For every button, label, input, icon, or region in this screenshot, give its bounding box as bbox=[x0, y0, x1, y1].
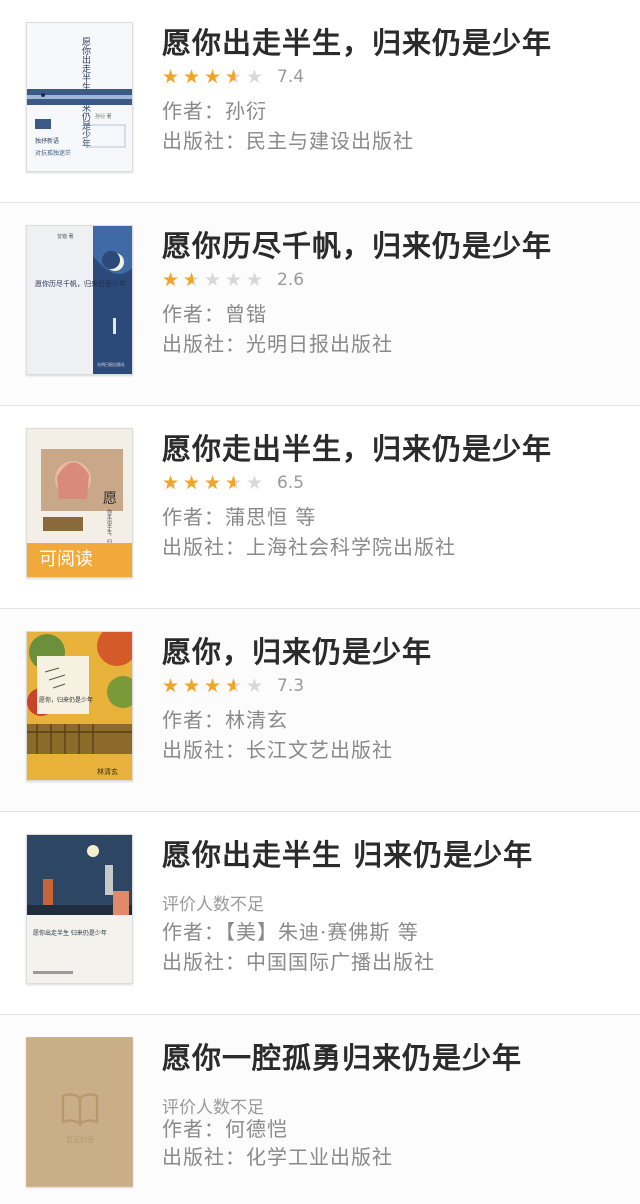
author-name: 蒲思恒 等 bbox=[225, 505, 317, 529]
cover-side-text: 光明日报出版社 bbox=[97, 361, 125, 367]
book-title[interactable]: 愿你历尽千帆，归来仍是少年 bbox=[162, 223, 552, 265]
star-icon: ★★ bbox=[225, 65, 243, 88]
author-line: 作者：蒲思恒 等 bbox=[162, 505, 317, 529]
star-rating: ★★★★★★★★★★ bbox=[162, 674, 267, 697]
book-list: 愿你出走半生 归来仍是少年 独抒新语 对抗孤独迷茫 孙衍 著 愿你出走半生，归来… bbox=[0, 0, 640, 1204]
star-icon: ★★ bbox=[183, 268, 201, 291]
book-title[interactable]: 愿你走出半生，归来仍是少年 bbox=[162, 426, 552, 468]
rating: ★★★★★★★★★★ 7.4 bbox=[162, 66, 304, 88]
star-icon: ★★ bbox=[246, 674, 264, 697]
book-cover[interactable]: 愿你历尽千帆，归来仍是少年 曾锴 著 光明日报出版社 bbox=[26, 225, 133, 375]
star-icon: ★★ bbox=[225, 674, 243, 697]
star-icon: ★★ bbox=[204, 471, 222, 494]
cover-placeholder-text: 暂无封面 bbox=[66, 1135, 94, 1144]
author-line: 作者：何德恺 bbox=[162, 1117, 288, 1141]
cover-signature: 林清玄 bbox=[97, 767, 118, 776]
rating: ★★★★★★★★★★ 6.5 bbox=[162, 472, 304, 494]
star-icon: ★★ bbox=[204, 674, 222, 697]
author-line: 作者：【美】朱迪·赛佛斯 等 bbox=[162, 920, 419, 944]
rating-score: 7.4 bbox=[277, 67, 305, 87]
book-title[interactable]: 愿你，归来仍是少年 bbox=[162, 629, 432, 671]
star-icon: ★★ bbox=[246, 471, 264, 494]
readable-badge: 可阅读 bbox=[27, 543, 132, 577]
author-line: 作者：林清玄 bbox=[162, 708, 288, 732]
cover-bottom-text: 对抗孤独迷茫 bbox=[35, 149, 71, 157]
publisher-line: 出版社：中国国际广播出版社 bbox=[162, 950, 435, 974]
cover-author-text: 孙衍 著 bbox=[95, 113, 112, 120]
book-item[interactable]: 愿你出走半生 归来仍是少年 独抒新语 对抗孤独迷茫 孙衍 著 愿你出走半生，归来… bbox=[0, 0, 640, 203]
rating-score: 2.6 bbox=[277, 270, 305, 290]
star-icon: ★★ bbox=[162, 65, 180, 88]
author-name: 【美】朱迪·赛佛斯 等 bbox=[225, 920, 419, 944]
author-name: 曾锴 bbox=[225, 302, 267, 326]
star-icon: ★★ bbox=[162, 471, 180, 494]
book-cover[interactable]: 愿你出走半生 归来仍是少年 bbox=[26, 834, 133, 984]
star-rating: ★★★★★★★★★★ bbox=[162, 471, 267, 494]
book-cover[interactable]: 愿你出走半生 归来仍是少年 独抒新语 对抗孤独迷茫 孙衍 著 bbox=[26, 22, 133, 172]
author-name: 何德恺 bbox=[225, 1117, 288, 1141]
author-name: 孙衍 bbox=[225, 99, 267, 123]
star-icon: ★★ bbox=[183, 65, 201, 88]
star-icon: ★★ bbox=[225, 268, 243, 291]
no-rating-text: 评价人数不足 bbox=[162, 895, 264, 915]
book-title[interactable]: 愿你出走半生 归来仍是少年 bbox=[162, 832, 533, 874]
cover-title-text: 愿你，归来仍是少年 bbox=[39, 696, 93, 704]
cover-title-text: 愿你出走半生 归来仍是少年 bbox=[33, 929, 107, 937]
cover-author-text: 曾锴 著 bbox=[57, 233, 74, 240]
rating: ★★★★★★★★★★ 2.6 bbox=[162, 269, 304, 291]
book-item[interactable]: 暂无封面 愿你一腔孤勇归来仍是少年 评价人数不足 作者：何德恺 出版社：化学工业… bbox=[0, 1015, 640, 1204]
author-name: 林清玄 bbox=[225, 708, 288, 732]
rating-score: 6.5 bbox=[277, 473, 305, 493]
star-icon: ★★ bbox=[162, 674, 180, 697]
star-icon: ★★ bbox=[246, 65, 264, 88]
star-icon: ★★ bbox=[225, 471, 243, 494]
book-item[interactable]: 愿 你走出半生，归来仍是少年 可阅读 愿你走出半生，归来仍是少年 ★ ★ ★ ★ ★ ★ ★… bbox=[0, 406, 640, 609]
cover-tagline: 独抒新语 bbox=[35, 137, 59, 145]
publisher-name: 化学工业出版社 bbox=[246, 1145, 393, 1169]
author-line: 作者：孙衍 bbox=[162, 99, 267, 123]
rating: ★★★★★★★★★★ 7.3 bbox=[162, 675, 304, 697]
book-cover[interactable]: 暂无封面 bbox=[26, 1037, 133, 1187]
publisher-line: 出版社：上海社会科学院出版社 bbox=[162, 535, 456, 559]
publisher-line: 出版社：光明日报出版社 bbox=[162, 332, 393, 356]
cover-title-text: 愿你历尽千帆，归来仍是少年 bbox=[35, 279, 126, 288]
star-icon: ★★ bbox=[204, 268, 222, 291]
book-cover[interactable]: 愿你，归来仍是少年 林清玄 bbox=[26, 631, 133, 781]
book-item[interactable]: 愿你历尽千帆，归来仍是少年 曾锴 著 光明日报出版社 愿你历尽千帆，归来仍是少年… bbox=[0, 203, 640, 406]
publisher-name: 光明日报出版社 bbox=[246, 332, 393, 356]
publisher-name: 中国国际广播出版社 bbox=[246, 950, 435, 974]
star-icon: ★★ bbox=[183, 471, 201, 494]
author-line: 作者：曾锴 bbox=[162, 302, 267, 326]
publisher-line: 出版社：民主与建设出版社 bbox=[162, 129, 414, 153]
star-rating: ★★★★★★★★★★ bbox=[162, 65, 267, 88]
star-icon: ★★ bbox=[204, 65, 222, 88]
cover-title-char: 愿 bbox=[103, 491, 117, 507]
publisher-line: 出版社：化学工业出版社 bbox=[162, 1145, 393, 1169]
star-icon: ★★ bbox=[246, 268, 264, 291]
star-rating: ★★★★★★★★★★ bbox=[162, 268, 267, 291]
book-item[interactable]: 愿你出走半生 归来仍是少年 愿你出走半生 归来仍是少年 评价人数不足 作者：【美… bbox=[0, 812, 640, 1015]
publisher-name: 民主与建设出版社 bbox=[246, 129, 414, 153]
publisher-name: 上海社会科学院出版社 bbox=[246, 535, 456, 559]
book-title[interactable]: 愿你出走半生，归来仍是少年 bbox=[162, 20, 552, 62]
rating-score: 7.3 bbox=[277, 676, 305, 696]
book-title[interactable]: 愿你一腔孤勇归来仍是少年 bbox=[162, 1035, 522, 1077]
publisher-line: 出版社：长江文艺出版社 bbox=[162, 738, 393, 762]
star-icon: ★★ bbox=[183, 674, 201, 697]
book-item[interactable]: 愿你，归来仍是少年 林清玄 愿你，归来仍是少年 ★★★★★★★★★★ 7.3 作… bbox=[0, 609, 640, 812]
star-icon: ★★ bbox=[162, 268, 180, 291]
publisher-name: 长江文艺出版社 bbox=[246, 738, 393, 762]
book-cover[interactable]: 愿 你走出半生，归来仍是少年 可阅读 bbox=[26, 428, 133, 578]
